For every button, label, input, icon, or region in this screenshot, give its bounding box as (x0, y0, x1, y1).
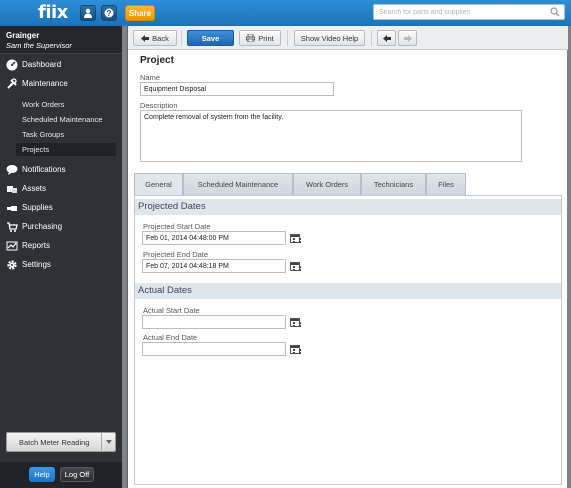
chart-icon (6, 241, 18, 251)
question-icon: ? (104, 8, 114, 18)
tab-technicians[interactable]: Technicians (361, 173, 426, 196)
tab-scheduled-maintenance[interactable]: Scheduled Maintenance (183, 173, 293, 196)
user-icon (84, 8, 92, 18)
tab-bar: General Scheduled Maintenance Work Order… (134, 173, 566, 196)
calendar-icon[interactable] (290, 318, 301, 327)
arrow-right-icon (403, 34, 412, 42)
sidebar-item-settings[interactable]: Settings (0, 257, 122, 273)
calendar-icon[interactable] (290, 262, 301, 271)
sidebar-item-maintenance[interactable]: Maintenance (0, 76, 122, 92)
tools-icon (7, 78, 17, 89)
toolbar-divider (371, 30, 372, 46)
sidebar: Grainger Sam the Supervisor Dashboard Ma… (0, 26, 122, 488)
actual-start-date-field[interactable] (142, 315, 286, 329)
back-label: Back (152, 33, 169, 43)
tab-files[interactable]: Files (426, 173, 466, 196)
main-panel: Back Save Print Show Video Help Project … (127, 26, 568, 488)
log-off-button[interactable]: Log Off (60, 467, 94, 482)
sidebar-item-label: Supplies (22, 203, 53, 212)
share-button[interactable]: Share (125, 5, 155, 21)
description-label: Description (140, 101, 178, 110)
arrow-left-icon (382, 34, 391, 42)
actual-end-label: Actual End Date (143, 333, 198, 342)
printer-icon (246, 34, 256, 42)
projected-dates-header: Projected Dates (135, 199, 561, 215)
save-button[interactable]: Save (187, 30, 234, 46)
svg-text:?: ? (107, 9, 112, 18)
general-tab-panel: Projected Dates Projected Start Date Pro… (134, 195, 562, 485)
batch-meter-reading-button[interactable]: Batch Meter Reading (6, 432, 116, 452)
name-field[interactable] (140, 82, 334, 96)
toolbar-divider (287, 30, 288, 46)
sidebar-item-purchasing[interactable]: Purchasing (0, 219, 122, 235)
sidebar-item-assets[interactable]: Assets (0, 181, 122, 197)
sidebar-item-label: Settings (22, 260, 51, 269)
sidebar-item-label: Maintenance (22, 79, 68, 88)
user-button[interactable] (80, 5, 96, 21)
previous-record-button[interactable] (377, 30, 396, 46)
user-info: Grainger Sam the Supervisor (0, 26, 122, 54)
sidebar-item-label: Reports (22, 241, 51, 250)
sidebar-item-dashboard[interactable]: Dashboard (0, 57, 122, 73)
calendar-icon[interactable] (290, 234, 301, 243)
projected-end-label: Projected End Date (143, 250, 209, 259)
back-button[interactable]: Back (133, 30, 177, 46)
sidebar-footer: Help Log Off (0, 462, 122, 488)
next-record-button[interactable] (398, 30, 417, 46)
organization-name: Grainger (6, 31, 40, 40)
calendar-icon[interactable] (290, 345, 301, 354)
sidebar-subitem-task-groups[interactable]: Task Groups (16, 128, 116, 141)
sidebar-item-label: Purchasing (22, 222, 63, 231)
print-label: Print (258, 33, 274, 43)
speech-bubble-icon (6, 165, 18, 175)
help-question-button[interactable]: ? (101, 5, 117, 21)
tab-general[interactable]: General (134, 173, 183, 196)
actual-start-label: Actual Start Date (143, 306, 200, 315)
sidebar-subitem-work-orders[interactable]: Work Orders (16, 98, 116, 111)
show-video-help-button[interactable]: Show Video Help (294, 30, 365, 46)
tab-work-orders[interactable]: Work Orders (293, 173, 361, 196)
toolbar: Back Save Print Show Video Help (128, 26, 568, 50)
name-label: Name (140, 73, 161, 82)
user-name: Sam the Supervisor (6, 41, 72, 50)
dashboard-icon (6, 59, 18, 71)
supplies-icon (7, 206, 17, 211)
sidebar-subitem-scheduled-maintenance[interactable]: Scheduled Maintenance (16, 113, 116, 126)
help-button[interactable]: Help (29, 467, 55, 482)
search-input[interactable] (379, 7, 547, 17)
projected-end-date-field[interactable] (142, 259, 286, 273)
sidebar-item-label: Assets (22, 184, 47, 193)
sidebar-item-notifications[interactable]: Notifications (0, 162, 122, 178)
gear-icon (7, 260, 17, 270)
print-button[interactable]: Print (239, 30, 281, 46)
description-field[interactable]: Complete removal of system from the faci… (140, 110, 522, 162)
boxes-icon (7, 186, 17, 193)
sidebar-subitem-projects[interactable]: Projects (16, 143, 116, 156)
batch-meter-reading-label: Batch Meter Reading (19, 438, 90, 447)
page-title: Project (140, 55, 174, 66)
sidebar-item-label: Dashboard (22, 60, 62, 69)
fiix-logo[interactable]: fiix (38, 2, 68, 23)
sidebar-item-reports[interactable]: Reports (0, 238, 122, 254)
cart-icon (7, 222, 18, 232)
toolbar-divider (181, 30, 182, 46)
top-bar: fiix ? Share (0, 0, 571, 26)
projected-start-label: Projected Start Date (143, 222, 211, 231)
sidebar-item-label: Notifications (22, 165, 66, 174)
chevron-down-icon (105, 440, 112, 444)
actual-dates-header: Actual Dates (135, 283, 561, 299)
sidebar-item-supplies[interactable]: Supplies (0, 200, 122, 216)
batch-dropdown[interactable] (101, 433, 115, 451)
actual-end-date-field[interactable] (142, 342, 286, 356)
projected-start-date-field[interactable] (142, 231, 286, 245)
arrow-left-icon (141, 34, 150, 42)
search-box (373, 4, 565, 20)
search-icon[interactable] (550, 7, 560, 17)
